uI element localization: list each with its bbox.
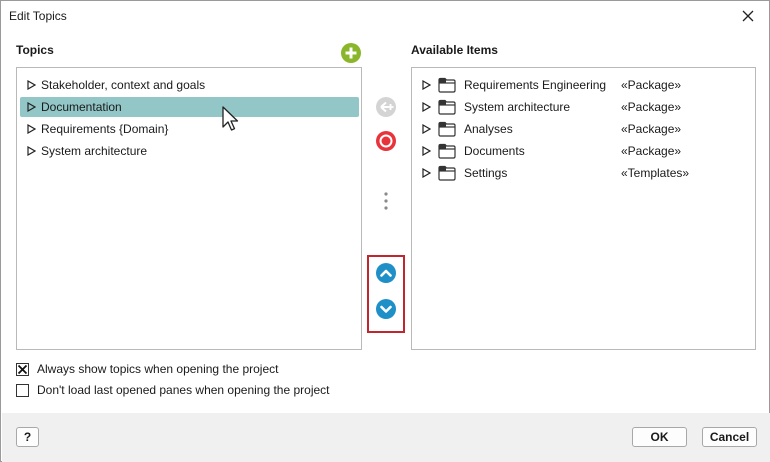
title-bar: Edit Topics	[1, 1, 769, 31]
topic-label: Stakeholder, context and goals	[41, 78, 206, 92]
help-button[interactable]: ?	[16, 427, 39, 447]
close-button[interactable]	[735, 5, 761, 27]
stereotype-label: «Package»	[621, 122, 682, 136]
always-show-topics-option[interactable]: Always show topics when opening the proj…	[16, 362, 278, 376]
available-item-label: Settings	[464, 166, 508, 180]
expand-triangle-icon[interactable]	[419, 122, 433, 136]
move-up-button[interactable]	[375, 262, 397, 284]
dont-load-panes-option[interactable]: Don't load last opened panes when openin…	[16, 383, 330, 397]
available-items-list[interactable]: Requirements Engineering «Package» Syste…	[411, 67, 756, 350]
expand-triangle-icon[interactable]	[419, 166, 433, 180]
ok-button[interactable]: OK	[632, 427, 687, 447]
dont-load-panes-label: Don't load last opened panes when openin…	[37, 383, 330, 397]
vertical-ellipsis-icon	[384, 192, 388, 210]
topic-item[interactable]: System architecture	[20, 141, 359, 161]
expand-triangle-icon[interactable]	[419, 144, 433, 158]
package-folder-icon	[438, 121, 456, 137]
remove-circle-icon	[376, 131, 396, 151]
more-options-button[interactable]	[375, 189, 397, 213]
available-item[interactable]: Requirements Engineering «Package»	[415, 75, 753, 95]
chevron-up-icon	[376, 263, 396, 283]
plus-circle-icon	[341, 43, 361, 63]
dialog-footer: ? OK Cancel	[2, 413, 770, 462]
expand-triangle-icon[interactable]	[24, 100, 38, 114]
move-down-button[interactable]	[375, 298, 397, 320]
remove-topic-button[interactable]	[375, 130, 397, 152]
edit-topics-dialog: Edit Topics Topics Stakeholder, context …	[0, 0, 770, 462]
stereotype-label: «Templates»	[621, 166, 690, 180]
available-item[interactable]: System architecture «Package»	[415, 97, 753, 117]
available-item[interactable]: Documents «Package»	[415, 141, 753, 161]
always-show-topics-label: Always show topics when opening the proj…	[37, 362, 279, 376]
add-to-topic-button[interactable]	[375, 96, 397, 118]
topic-item[interactable]: Requirements {Domain}	[20, 119, 359, 139]
topic-item-selected[interactable]: Documentation	[20, 97, 359, 117]
topic-label: Documentation	[41, 100, 122, 114]
always-show-topics-checkbox[interactable]	[16, 362, 29, 376]
package-folder-icon	[438, 99, 456, 115]
package-folder-icon	[438, 143, 456, 159]
available-item-label: Documents	[464, 144, 525, 158]
templates-folder-icon	[438, 165, 456, 181]
available-item[interactable]: Settings «Templates»	[415, 163, 753, 183]
stereotype-label: «Package»	[621, 78, 682, 92]
dont-load-panes-checkbox[interactable]	[16, 383, 29, 397]
chevron-down-icon	[376, 299, 396, 319]
checkmark-x-icon	[17, 364, 28, 374]
topic-label: Requirements {Domain}	[41, 122, 169, 136]
topics-heading: Topics	[16, 43, 54, 57]
expand-triangle-icon[interactable]	[24, 78, 38, 92]
topics-list[interactable]: Stakeholder, context and goals Documenta…	[16, 67, 362, 350]
cancel-button[interactable]: Cancel	[702, 427, 757, 447]
close-icon	[742, 10, 754, 22]
arrow-add-icon	[376, 97, 396, 117]
available-item[interactable]: Analyses «Package»	[415, 119, 753, 139]
expand-triangle-icon[interactable]	[419, 100, 433, 114]
expand-triangle-icon[interactable]	[24, 122, 38, 136]
available-item-label: Analyses	[464, 122, 513, 136]
mouse-cursor-icon	[222, 106, 239, 131]
expand-triangle-icon[interactable]	[419, 78, 433, 92]
available-item-label: Requirements Engineering	[464, 78, 607, 92]
stereotype-label: «Package»	[621, 100, 682, 114]
available-item-label: System architecture	[464, 100, 571, 114]
package-folder-icon	[438, 77, 456, 93]
dialog-title: Edit Topics	[9, 9, 67, 23]
available-items-heading: Available Items	[411, 43, 498, 57]
topic-label: System architecture	[41, 144, 148, 158]
expand-triangle-icon[interactable]	[24, 144, 38, 158]
stereotype-label: «Package»	[621, 144, 682, 158]
topic-item[interactable]: Stakeholder, context and goals	[20, 75, 359, 95]
add-topic-button[interactable]	[340, 42, 362, 64]
